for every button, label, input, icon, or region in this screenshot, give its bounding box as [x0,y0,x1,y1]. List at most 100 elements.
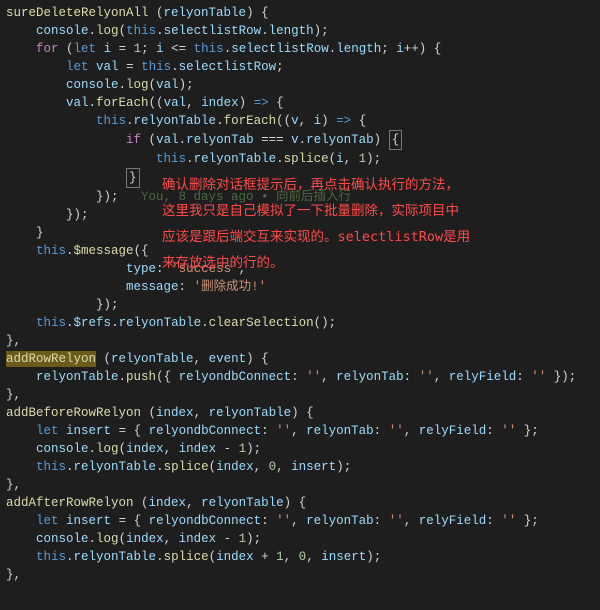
token: relyField [419,424,487,438]
code-line[interactable]: console.log(index, index - 1); [6,440,598,458]
token: => [336,114,351,128]
token: : [516,370,531,384]
code-line[interactable]: for (let i = 1; i <= this.selectlistRow.… [6,40,598,58]
token: relyonTable [119,316,202,330]
token: . [216,114,224,128]
token: index [126,442,164,456]
token: }); [546,370,576,384]
token: }, [6,388,21,402]
token: '' [531,370,546,384]
token: index [179,442,217,456]
token: ( [119,442,127,456]
code-line[interactable]: this.$refs.relyonTable.clearSelection(); [6,314,598,332]
token: : [374,424,389,438]
token: let [36,424,59,438]
code-line[interactable]: let insert = { relyondbConnect: '', rely… [6,512,598,530]
code-line[interactable]: console.log(this.selectlistRow.length); [6,22,598,40]
code-line[interactable]: this.relyonTable.splice(index, 0, insert… [6,458,598,476]
token: , [194,406,209,420]
token: console [36,442,89,456]
code-editor[interactable]: sureDeleteRelyonAll (relyonTable) { cons… [0,0,600,610]
token [89,60,97,74]
token: relyonTable [194,152,277,166]
token: , [186,96,201,110]
token: }; [516,514,539,528]
token: 1 [134,42,142,56]
token: relyonTable [134,114,217,128]
code-line[interactable]: let insert = { relyondbConnect: '', rely… [6,422,598,440]
token: '' [276,514,291,528]
token: relyonTable [36,370,119,384]
token: , [291,514,306,528]
token: relyonTable [164,6,247,20]
code-line[interactable]: if (val.relyonTab === v.relyonTab) { [6,130,598,150]
code-line[interactable]: val.forEach((val, index) => { [6,94,598,112]
token: . [89,532,97,546]
token: = { [111,514,149,528]
token: . [201,316,209,330]
token: index [179,532,217,546]
token: relyonTable [201,496,284,510]
token: '' [389,514,404,528]
code-line[interactable]: console.log(val); [6,76,598,94]
token: v [291,114,299,128]
code-line[interactable]: message: '删除成功!' [6,278,598,296]
code-line[interactable]: }); [6,296,598,314]
token: selectlistRow [231,42,329,56]
token: i [336,152,344,166]
token: sureDeleteRelyonAll [6,6,149,20]
token: }, [6,478,21,492]
token: ( [149,78,157,92]
token: , [284,550,299,564]
token: clearSelection [209,316,314,330]
code-line[interactable]: this.relyonTable.splice(index + 1, 0, in… [6,548,598,566]
token: ++) { [404,42,442,56]
token: '' [306,370,321,384]
token: '' [419,370,434,384]
token: ( [209,550,217,564]
token: this [36,550,66,564]
code-line[interactable]: addBeforeRowRelyon (index, relyonTable) … [6,404,598,422]
token: i [104,42,112,56]
code-line[interactable]: sureDeleteRelyonAll (relyonTable) { [6,4,598,22]
token: ); [179,78,194,92]
token: }, [6,334,21,348]
code-line[interactable]: console.log(index, index - 1); [6,530,598,548]
token: }); [96,298,119,312]
token: : [261,424,276,438]
token: val [156,78,179,92]
token: if [126,133,141,147]
code-line[interactable]: }, [6,332,598,350]
code-line[interactable]: addRowRelyon (relyonTable, event) { [6,350,598,368]
token: val [156,133,179,147]
code-line[interactable]: }, [6,386,598,404]
token: , [164,442,179,456]
token: this [141,60,171,74]
code-line[interactable]: }, [6,476,598,494]
token: this [36,316,66,330]
token: relyonTab [336,370,404,384]
code-line[interactable]: this.relyonTable.forEach((v, i) => { [6,112,598,130]
code-line[interactable]: this.relyonTable.splice(i, 1); [6,150,598,168]
token: relyonTab [306,133,374,147]
token: relyonTab [306,424,374,438]
code-line[interactable]: addAfterRowRelyon (index, relyonTable) { [6,494,598,512]
token: log [96,24,119,38]
token: ) { [246,6,269,20]
token: console [36,532,89,546]
token: } [36,226,44,240]
token: splice [284,152,329,166]
token: v [291,133,299,147]
token: , [404,514,419,528]
code-line[interactable]: }, [6,566,598,584]
token: ); [246,532,261,546]
token: ; [276,60,284,74]
code-line[interactable]: let val = this.selectlistRow; [6,58,598,76]
code-line[interactable]: relyonTable.push({ relyondbConnect: '', … [6,368,598,386]
token: . [66,244,74,258]
annotation-line: 这里我只是自己模拟了一下批量删除，实际项目中 [162,198,532,224]
token: ); [366,550,381,564]
token: . [156,550,164,564]
token: '' [501,424,516,438]
token: . [66,550,74,564]
